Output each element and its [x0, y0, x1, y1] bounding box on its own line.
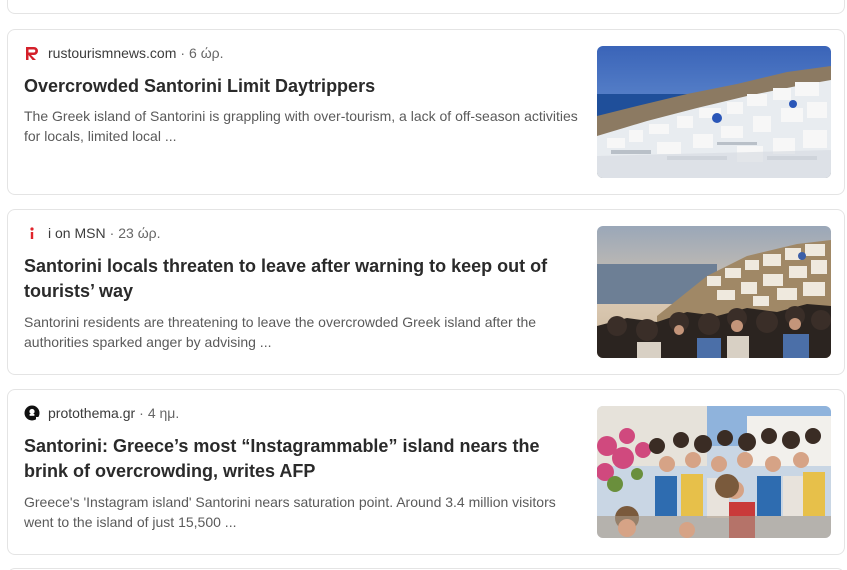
- red-r-logo-icon: [24, 45, 40, 61]
- previous-article-card[interactable]: [7, 0, 845, 14]
- article-headline[interactable]: Overcrowded Santorini Limit Daytrippers: [24, 74, 584, 99]
- source-name[interactable]: rustourismnews.com: [48, 45, 176, 61]
- article-snippet: Santorini residents are threatening to l…: [24, 314, 537, 350]
- article-snippet: The Greek island of Santorini is grappli…: [24, 108, 578, 144]
- source-name[interactable]: protothema.gr: [48, 405, 135, 421]
- news-card[interactable]: i on MSN · 23 ώρ. Santorini locals threa…: [7, 209, 845, 375]
- separator-dot: ·: [109, 225, 115, 241]
- source-row: rustourismnews.com · 6 ώρ.: [24, 44, 224, 62]
- published-time: 4 ημ.: [147, 405, 180, 421]
- separator-dot: ·: [180, 45, 186, 61]
- news-card[interactable]: rustourismnews.com · 6 ώρ. Overcrowded S…: [7, 29, 845, 195]
- santorini-whitewashed-village-photo[interactable]: [597, 46, 831, 178]
- separator-dot: ·: [139, 405, 144, 421]
- red-i-logo-icon: [24, 225, 40, 241]
- article-headline[interactable]: Santorini locals threaten to leave after…: [24, 254, 584, 304]
- source-row: protothema.gr · 4 ημ.: [24, 404, 179, 422]
- news-card[interactable]: protothema.gr · 4 ημ. Santorini: Greece’…: [7, 389, 845, 555]
- published-time: 23 ώρ.: [118, 225, 161, 241]
- news-feed: rustourismnews.com · 6 ώρ. Overcrowded S…: [0, 0, 847, 570]
- santorini-crowded-street-photo[interactable]: [597, 406, 831, 538]
- published-time: 6 ώρ.: [189, 45, 224, 61]
- black-circle-logo-icon: [24, 405, 40, 421]
- article-headline[interactable]: Santorini: Greece’s most “Instagrammable…: [24, 434, 584, 484]
- source-name[interactable]: i on MSN: [48, 225, 106, 241]
- article-snippet: Greece's 'Instagram island' Santorini ne…: [24, 494, 556, 530]
- source-row: i on MSN · 23 ώρ.: [24, 224, 161, 242]
- santorini-crowd-sunset-photo[interactable]: [597, 226, 831, 358]
